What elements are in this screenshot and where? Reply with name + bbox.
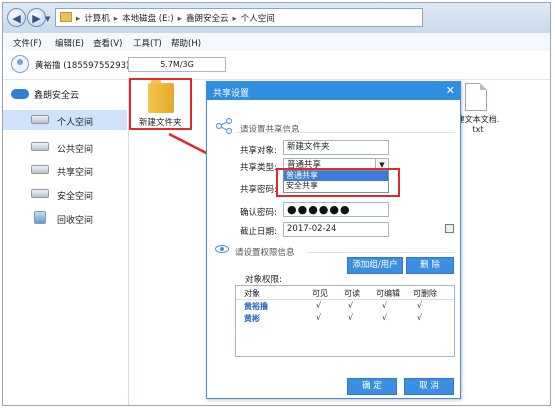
divider	[237, 132, 455, 133]
menu-edit[interactable]: 编辑(E)	[55, 37, 84, 49]
expiry-date-value: 2017-02-24	[287, 224, 337, 234]
close-icon[interactable]: ✕	[446, 84, 455, 97]
recycle-icon	[34, 211, 46, 224]
object-label: 共享对象:	[240, 146, 277, 156]
share-section-heading: 请设置共享信息	[240, 125, 300, 135]
row-object: 黄裕撸	[244, 302, 268, 311]
drive-icon	[31, 189, 49, 198]
calendar-icon[interactable]	[445, 224, 454, 233]
dialog-title: 共享设置	[213, 89, 250, 99]
permission-table: 对象 可见 可读 可编辑 可删除 黄裕撸 √ √ √ √ 黄彬 √ √ √ √	[235, 285, 455, 357]
text-document-icon[interactable]	[465, 83, 487, 111]
sidebar-root[interactable]: 鑫朗安全云	[11, 88, 79, 101]
column-header: 可删除	[413, 289, 437, 298]
perm-read[interactable]: √	[348, 301, 353, 310]
perm-visible[interactable]: √	[316, 313, 321, 322]
eye-icon	[215, 245, 229, 253]
menu-bar: 文件(F) 编辑(E) 查看(V) 工具(T) 帮助(H)	[3, 33, 550, 52]
confirm-label: 确认密码:	[240, 208, 277, 218]
share-settings-dialog: 共享设置 ✕ 请设置共享信息 共享对象: 新建文件夹 共享类型: 普通共享 ▼ …	[206, 81, 461, 399]
cloud-icon	[11, 89, 29, 99]
storage-quota: 5.7M/3G	[128, 57, 226, 72]
sidebar-item-label: 安全空间	[57, 192, 94, 202]
type-label: 共享类型:	[240, 163, 277, 173]
sidebar-item-recycle-space[interactable]: 回收空间	[3, 208, 127, 228]
share-icon	[215, 117, 233, 135]
breadcrumb-item[interactable]: 个人空间	[241, 14, 275, 24]
dialog-titlebar: 共享设置 ✕	[207, 82, 460, 100]
ok-button[interactable]: 确 定	[347, 378, 397, 395]
column-header: 可编辑	[376, 289, 400, 298]
sidebar: 鑫朗安全云 个人空间 公共空间 共享空间 安全空间 回收空间	[3, 80, 129, 405]
breadcrumb-item[interactable]: 本地磁盘 (E:)	[122, 14, 174, 24]
sidebar-item-shared-space[interactable]: 共享空间	[3, 160, 127, 180]
sidebar-item-label: 公共空间	[57, 145, 94, 155]
confirm-password-field[interactable]: ●●●●●●	[283, 202, 389, 217]
menu-file[interactable]: 文件(F)	[13, 37, 42, 49]
share-object-field[interactable]: 新建文件夹	[283, 140, 389, 155]
forward-button[interactable]: ▶	[27, 8, 46, 27]
perm-delete[interactable]: √	[417, 313, 422, 322]
expiry-date-field[interactable]: 2017-02-24	[283, 222, 454, 237]
perm-visible[interactable]: √	[316, 301, 321, 310]
perm-edit[interactable]: √	[382, 301, 387, 310]
permission-section-heading: 请设置权限信息	[235, 248, 295, 258]
drive-icon	[31, 142, 49, 151]
back-button[interactable]: ◀	[7, 8, 26, 27]
user-name: 黄裕撸 (18559755293)	[35, 61, 130, 71]
password-label: 共享密码:	[240, 185, 277, 195]
address-toolbar: ◀ ▶ ▼ ▸ 计算机 ▸ 本地磁盘 (E:) ▸ 鑫朗安全云 ▸ 个人空间	[3, 3, 550, 34]
annotation-highlight	[276, 168, 400, 197]
perm-read[interactable]: √	[348, 313, 353, 322]
file-label[interactable]: 建文本文档. txt	[455, 115, 501, 135]
avatar[interactable]	[11, 55, 29, 73]
column-header: 可见	[312, 289, 328, 298]
delete-button[interactable]: 删 除	[406, 257, 454, 274]
perm-edit[interactable]: √	[382, 313, 387, 322]
sidebar-item-label: 共享空间	[57, 168, 94, 178]
cancel-button[interactable]: 取 消	[404, 378, 454, 395]
row-object: 黄彬	[244, 314, 260, 323]
menu-tools[interactable]: 工具(T)	[133, 37, 162, 49]
perm-delete[interactable]: √	[417, 301, 422, 310]
folder-icon	[60, 12, 72, 22]
table-header: 对象 可见 可读 可编辑 可删除	[236, 286, 454, 300]
sidebar-item-personal-space[interactable]: 个人空间	[3, 110, 127, 130]
sidebar-root-label: 鑫朗安全云	[34, 91, 80, 101]
user-bar: 黄裕撸 (18559755293) 5.7M/3G	[3, 51, 550, 80]
add-group-user-button[interactable]: 添加组/用户	[347, 257, 403, 274]
expiry-label: 截止日期:	[240, 227, 277, 237]
drive-icon	[31, 165, 49, 174]
breadcrumb[interactable]: ▸ 计算机 ▸ 本地磁盘 (E:) ▸ 鑫朗安全云 ▸ 个人空间	[55, 8, 423, 27]
menu-help[interactable]: 帮助(H)	[171, 37, 201, 49]
breadcrumb-item[interactable]: 计算机	[84, 14, 110, 24]
history-dropdown-icon[interactable]: ▼	[45, 15, 50, 23]
sidebar-item-public-space[interactable]: 公共空间	[3, 137, 127, 157]
divider	[307, 252, 455, 253]
drive-icon	[31, 115, 49, 124]
column-header: 对象	[244, 289, 260, 298]
menu-view[interactable]: 查看(V)	[93, 37, 122, 49]
permission-label: 对象权限:	[245, 275, 282, 285]
column-header: 可读	[344, 289, 360, 298]
sidebar-item-label: 回收空间	[57, 216, 94, 226]
sidebar-item-label: 个人空间	[57, 118, 94, 128]
breadcrumb-item[interactable]: 鑫朗安全云	[186, 14, 229, 24]
sidebar-item-secure-space[interactable]: 安全空间	[3, 184, 127, 204]
explorer-window: ◀ ▶ ▼ ▸ 计算机 ▸ 本地磁盘 (E:) ▸ 鑫朗安全云 ▸ 个人空间 文件(F) 编辑…	[2, 2, 551, 406]
